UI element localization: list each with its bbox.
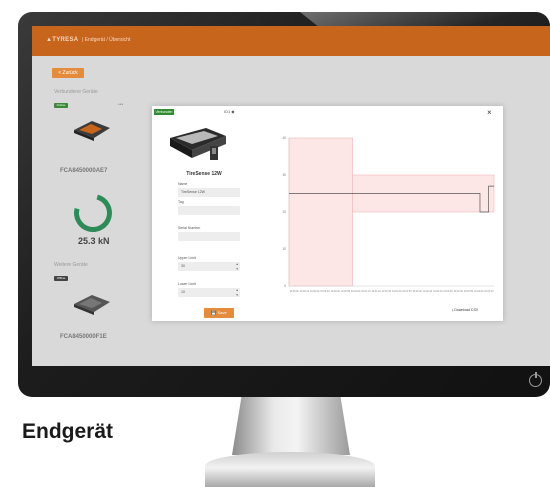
- y-tick-label: 40: [282, 136, 286, 140]
- y-tick-label: 20: [282, 210, 286, 214]
- section-title-connected: Verbundene Geräte: [54, 89, 98, 95]
- field-label-name: Name: [178, 182, 188, 186]
- save-button[interactable]: 💾 Save: [204, 308, 234, 318]
- product-name: TireSense 12W: [186, 171, 222, 177]
- menu-dots-icon[interactable]: •••: [118, 102, 123, 108]
- x-tick-label: 10:00:30: [320, 290, 330, 293]
- name-field[interactable]: TireSense 12W: [178, 188, 240, 197]
- upper-limit-value: 30: [181, 264, 185, 268]
- stepper-arrows-icon[interactable]: ▴ ▾: [236, 288, 238, 297]
- x-tick-label: 10:01:50: [402, 290, 412, 293]
- download-csv-button[interactable]: ⤓ Download CSV: [440, 306, 490, 314]
- x-tick-label: 10:03:00: [474, 290, 484, 293]
- x-tick-label: 10:02:50: [464, 290, 474, 293]
- field-label-upper: Upper Limit: [178, 256, 196, 260]
- x-tick-label: 10:00:20: [310, 290, 320, 293]
- status-badge: Online: [54, 103, 68, 108]
- app-header: ▲TYRESA | Endgerät / Übersicht: [32, 26, 550, 56]
- connection-badge: Verbunden: [154, 109, 174, 115]
- serial-number-field[interactable]: [178, 232, 240, 241]
- x-tick-label: 10:02:10: [423, 290, 433, 293]
- field-label-tag: Tag: [178, 200, 184, 204]
- brand-logo[interactable]: ▲TYRESA: [46, 37, 78, 43]
- status-badge: Offline: [54, 276, 68, 281]
- x-tick-label: 10:02:30: [443, 290, 453, 293]
- modal-title: ID1 ◆: [224, 109, 235, 114]
- y-tick-label: 30: [282, 173, 286, 177]
- x-tick-label: 10:00:10: [300, 290, 310, 293]
- gauge-value: 25.3 kN: [78, 236, 110, 246]
- x-tick-label: 10:01:30: [382, 290, 392, 293]
- field-label-serial: Serial Number: [178, 226, 201, 230]
- close-icon[interactable]: ×: [487, 108, 492, 117]
- force-chart: 40 30 20 10 010:00:00 10:00:10 10:00:20 10:00:3…: [282, 136, 495, 293]
- x-tick-label: 10:00:50: [341, 290, 351, 293]
- breadcrumb[interactable]: | Endgerät / Übersicht: [82, 37, 130, 43]
- product-image: [170, 128, 226, 160]
- x-tick-label: 10:02:20: [433, 290, 443, 293]
- x-tick-label: 10:01:40: [392, 290, 402, 293]
- lower-limit-stepper[interactable]: 10 ▴ ▾: [178, 288, 240, 297]
- back-button[interactable]: < Zurück: [52, 68, 84, 78]
- monitor-stand: [232, 397, 350, 455]
- x-tick-label: 10:03:10: [484, 290, 494, 293]
- lower-limit-value: 10: [181, 290, 185, 294]
- x-tick-label: 10:01:10: [361, 290, 371, 293]
- limit-band: [288, 137, 353, 287]
- device-image[interactable]: [70, 118, 114, 142]
- x-tick-label: 10:00:00: [289, 290, 299, 293]
- device-detail-modal: Verbunden ID1 ◆ × TireSense 12W Name Tir…: [152, 106, 503, 321]
- tag-field[interactable]: [178, 206, 240, 215]
- x-tick-label: 10:02:40: [453, 290, 463, 293]
- device-name: FCA8450000F1E: [60, 334, 107, 340]
- monitor-screen: ▲TYRESA | Endgerät / Übersicht < Zurück …: [32, 26, 550, 366]
- y-tick-label: 10: [282, 247, 286, 251]
- power-icon[interactable]: [529, 372, 542, 387]
- caption-title: Endgerät: [22, 420, 114, 443]
- field-label-lower: Lower Limit: [178, 282, 196, 286]
- x-tick-label: 10:00:40: [330, 290, 340, 293]
- x-tick-label: 10:01:00: [351, 290, 361, 293]
- x-tick-label: 10:02:00: [412, 290, 422, 293]
- stepper-arrows-icon[interactable]: ▴ ▾: [236, 262, 238, 271]
- y-tick-label: 0: [284, 284, 286, 288]
- section-title-other: Weitere Geräte: [54, 262, 88, 268]
- force-gauge: [67, 187, 119, 239]
- x-tick-label: 10:01:20: [371, 290, 381, 293]
- monitor-base: [205, 452, 375, 487]
- device-image[interactable]: [70, 292, 114, 316]
- device-name: FCA8450000AE7: [60, 168, 108, 174]
- upper-limit-stepper[interactable]: 30 ▴ ▾: [178, 262, 240, 271]
